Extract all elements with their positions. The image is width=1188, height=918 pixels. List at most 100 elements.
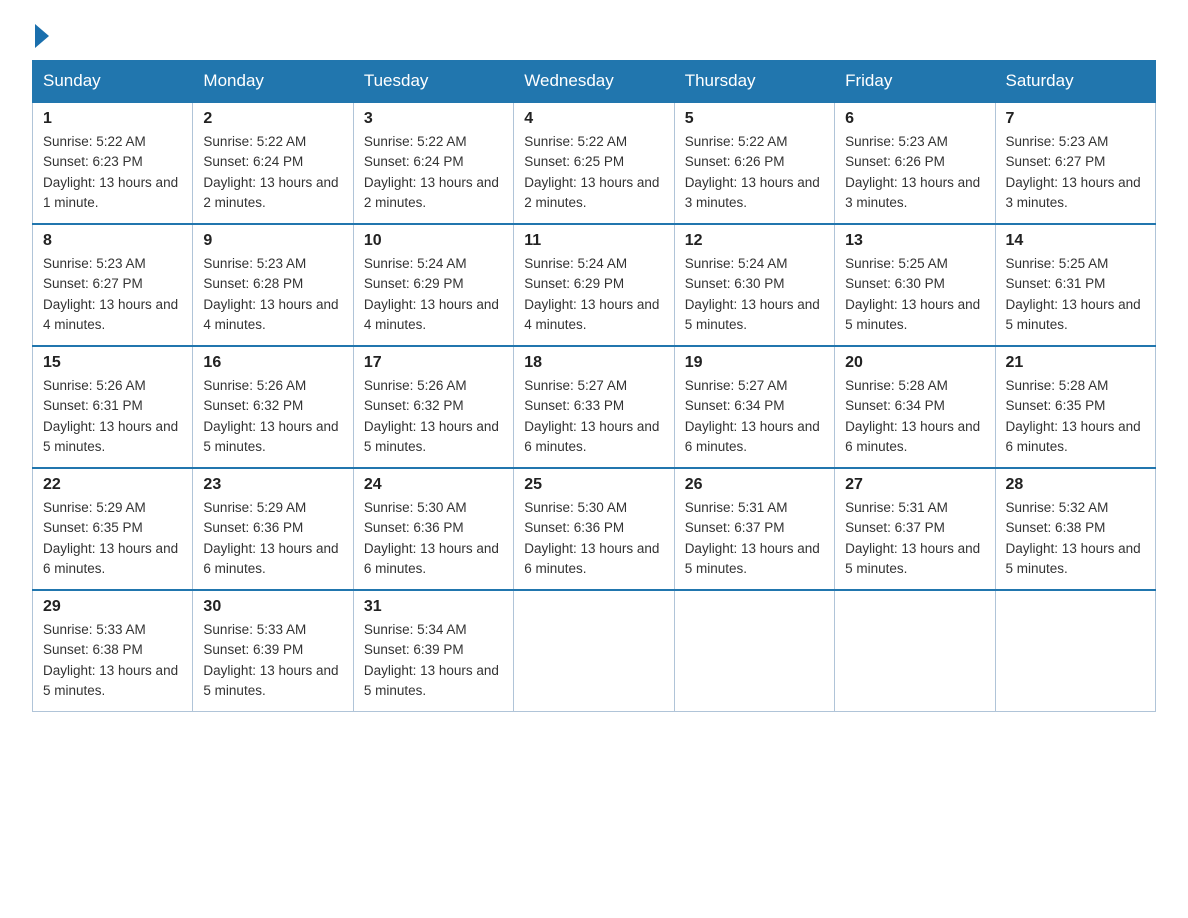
- sunset-label: Sunset: 6:32 PM: [364, 398, 464, 413]
- day-number: 23: [203, 476, 342, 494]
- day-number: 10: [364, 232, 503, 250]
- day-number: 3: [364, 110, 503, 128]
- calendar-day-cell: 28 Sunrise: 5:32 AM Sunset: 6:38 PM Dayl…: [995, 468, 1155, 590]
- day-info: Sunrise: 5:22 AM Sunset: 6:24 PM Dayligh…: [203, 132, 342, 213]
- day-of-week-header: Wednesday: [514, 61, 674, 103]
- sunset-label: Sunset: 6:24 PM: [203, 154, 303, 169]
- daylight-label: Daylight: 13 hours and 4 minutes.: [43, 297, 178, 332]
- daylight-label: Daylight: 13 hours and 4 minutes.: [203, 297, 338, 332]
- daylight-label: Daylight: 13 hours and 5 minutes.: [845, 541, 980, 576]
- daylight-label: Daylight: 13 hours and 5 minutes.: [43, 663, 178, 698]
- sunset-label: Sunset: 6:36 PM: [203, 520, 303, 535]
- day-number: 11: [524, 232, 663, 250]
- calendar-day-cell: 19 Sunrise: 5:27 AM Sunset: 6:34 PM Dayl…: [674, 346, 834, 468]
- sunrise-label: Sunrise: 5:27 AM: [524, 378, 627, 393]
- calendar-day-cell: 4 Sunrise: 5:22 AM Sunset: 6:25 PM Dayli…: [514, 102, 674, 224]
- day-number: 17: [364, 354, 503, 372]
- calendar-day-cell: 1 Sunrise: 5:22 AM Sunset: 6:23 PM Dayli…: [33, 102, 193, 224]
- daylight-label: Daylight: 13 hours and 6 minutes.: [524, 419, 659, 454]
- day-of-week-header: Sunday: [33, 61, 193, 103]
- sunset-label: Sunset: 6:28 PM: [203, 276, 303, 291]
- daylight-label: Daylight: 13 hours and 5 minutes.: [845, 297, 980, 332]
- daylight-label: Daylight: 13 hours and 2 minutes.: [364, 175, 499, 210]
- sunrise-label: Sunrise: 5:34 AM: [364, 622, 467, 637]
- day-info: Sunrise: 5:25 AM Sunset: 6:30 PM Dayligh…: [845, 254, 984, 335]
- calendar-day-cell: 22 Sunrise: 5:29 AM Sunset: 6:35 PM Dayl…: [33, 468, 193, 590]
- logo-arrow-icon: [35, 24, 49, 48]
- calendar-day-cell: 13 Sunrise: 5:25 AM Sunset: 6:30 PM Dayl…: [835, 224, 995, 346]
- day-info: Sunrise: 5:31 AM Sunset: 6:37 PM Dayligh…: [845, 498, 984, 579]
- day-number: 21: [1006, 354, 1145, 372]
- daylight-label: Daylight: 13 hours and 4 minutes.: [524, 297, 659, 332]
- calendar-day-cell: 16 Sunrise: 5:26 AM Sunset: 6:32 PM Dayl…: [193, 346, 353, 468]
- sunrise-label: Sunrise: 5:33 AM: [43, 622, 146, 637]
- day-info: Sunrise: 5:27 AM Sunset: 6:34 PM Dayligh…: [685, 376, 824, 457]
- day-of-week-header: Tuesday: [353, 61, 513, 103]
- calendar-day-cell: 24 Sunrise: 5:30 AM Sunset: 6:36 PM Dayl…: [353, 468, 513, 590]
- sunset-label: Sunset: 6:35 PM: [1006, 398, 1106, 413]
- daylight-label: Daylight: 13 hours and 1 minute.: [43, 175, 178, 210]
- calendar-day-cell: 15 Sunrise: 5:26 AM Sunset: 6:31 PM Dayl…: [33, 346, 193, 468]
- day-info: Sunrise: 5:28 AM Sunset: 6:34 PM Dayligh…: [845, 376, 984, 457]
- day-number: 29: [43, 598, 182, 616]
- daylight-label: Daylight: 13 hours and 6 minutes.: [845, 419, 980, 454]
- sunrise-label: Sunrise: 5:23 AM: [43, 256, 146, 271]
- day-number: 25: [524, 476, 663, 494]
- sunset-label: Sunset: 6:29 PM: [364, 276, 464, 291]
- day-info: Sunrise: 5:27 AM Sunset: 6:33 PM Dayligh…: [524, 376, 663, 457]
- calendar-week-row: 29 Sunrise: 5:33 AM Sunset: 6:38 PM Dayl…: [33, 590, 1156, 712]
- calendar-day-cell: [995, 590, 1155, 712]
- day-number: 12: [685, 232, 824, 250]
- calendar-day-cell: 7 Sunrise: 5:23 AM Sunset: 6:27 PM Dayli…: [995, 102, 1155, 224]
- day-info: Sunrise: 5:24 AM Sunset: 6:30 PM Dayligh…: [685, 254, 824, 335]
- day-info: Sunrise: 5:22 AM Sunset: 6:23 PM Dayligh…: [43, 132, 182, 213]
- sunrise-label: Sunrise: 5:23 AM: [1006, 134, 1109, 149]
- day-info: Sunrise: 5:23 AM Sunset: 6:28 PM Dayligh…: [203, 254, 342, 335]
- sunset-label: Sunset: 6:38 PM: [43, 642, 143, 657]
- day-number: 2: [203, 110, 342, 128]
- calendar-day-cell: 23 Sunrise: 5:29 AM Sunset: 6:36 PM Dayl…: [193, 468, 353, 590]
- calendar-week-row: 15 Sunrise: 5:26 AM Sunset: 6:31 PM Dayl…: [33, 346, 1156, 468]
- calendar-week-row: 22 Sunrise: 5:29 AM Sunset: 6:35 PM Dayl…: [33, 468, 1156, 590]
- calendar-day-cell: 12 Sunrise: 5:24 AM Sunset: 6:30 PM Dayl…: [674, 224, 834, 346]
- sunset-label: Sunset: 6:30 PM: [845, 276, 945, 291]
- calendar-day-cell: 21 Sunrise: 5:28 AM Sunset: 6:35 PM Dayl…: [995, 346, 1155, 468]
- day-info: Sunrise: 5:30 AM Sunset: 6:36 PM Dayligh…: [364, 498, 503, 579]
- day-number: 26: [685, 476, 824, 494]
- daylight-label: Daylight: 13 hours and 4 minutes.: [364, 297, 499, 332]
- sunrise-label: Sunrise: 5:29 AM: [43, 500, 146, 515]
- sunrise-label: Sunrise: 5:31 AM: [685, 500, 788, 515]
- day-info: Sunrise: 5:26 AM Sunset: 6:31 PM Dayligh…: [43, 376, 182, 457]
- calendar-day-cell: 27 Sunrise: 5:31 AM Sunset: 6:37 PM Dayl…: [835, 468, 995, 590]
- sunrise-label: Sunrise: 5:28 AM: [845, 378, 948, 393]
- sunset-label: Sunset: 6:31 PM: [1006, 276, 1106, 291]
- sunrise-label: Sunrise: 5:26 AM: [43, 378, 146, 393]
- day-number: 18: [524, 354, 663, 372]
- day-number: 22: [43, 476, 182, 494]
- sunset-label: Sunset: 6:34 PM: [845, 398, 945, 413]
- calendar-day-cell: 5 Sunrise: 5:22 AM Sunset: 6:26 PM Dayli…: [674, 102, 834, 224]
- day-info: Sunrise: 5:33 AM Sunset: 6:39 PM Dayligh…: [203, 620, 342, 701]
- sunset-label: Sunset: 6:30 PM: [685, 276, 785, 291]
- sunrise-label: Sunrise: 5:30 AM: [364, 500, 467, 515]
- day-number: 27: [845, 476, 984, 494]
- day-info: Sunrise: 5:29 AM Sunset: 6:35 PM Dayligh…: [43, 498, 182, 579]
- sunset-label: Sunset: 6:36 PM: [364, 520, 464, 535]
- sunset-label: Sunset: 6:37 PM: [685, 520, 785, 535]
- day-info: Sunrise: 5:24 AM Sunset: 6:29 PM Dayligh…: [364, 254, 503, 335]
- day-info: Sunrise: 5:23 AM Sunset: 6:27 PM Dayligh…: [1006, 132, 1145, 213]
- sunrise-label: Sunrise: 5:22 AM: [364, 134, 467, 149]
- calendar-day-cell: 2 Sunrise: 5:22 AM Sunset: 6:24 PM Dayli…: [193, 102, 353, 224]
- daylight-label: Daylight: 13 hours and 2 minutes.: [524, 175, 659, 210]
- sunset-label: Sunset: 6:31 PM: [43, 398, 143, 413]
- sunrise-label: Sunrise: 5:26 AM: [364, 378, 467, 393]
- day-info: Sunrise: 5:29 AM Sunset: 6:36 PM Dayligh…: [203, 498, 342, 579]
- daylight-label: Daylight: 13 hours and 3 minutes.: [1006, 175, 1141, 210]
- daylight-label: Daylight: 13 hours and 6 minutes.: [364, 541, 499, 576]
- calendar-day-cell: 6 Sunrise: 5:23 AM Sunset: 6:26 PM Dayli…: [835, 102, 995, 224]
- day-info: Sunrise: 5:28 AM Sunset: 6:35 PM Dayligh…: [1006, 376, 1145, 457]
- sunrise-label: Sunrise: 5:22 AM: [685, 134, 788, 149]
- day-info: Sunrise: 5:32 AM Sunset: 6:38 PM Dayligh…: [1006, 498, 1145, 579]
- sunrise-label: Sunrise: 5:23 AM: [845, 134, 948, 149]
- sunrise-label: Sunrise: 5:26 AM: [203, 378, 306, 393]
